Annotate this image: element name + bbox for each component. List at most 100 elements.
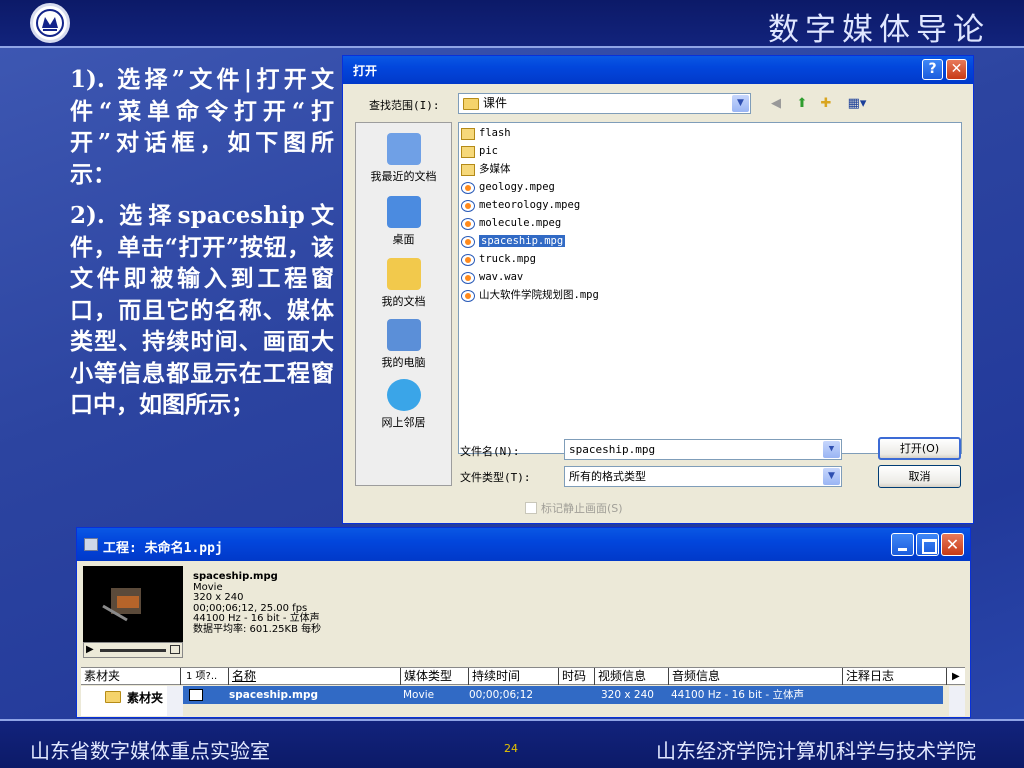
- media-file-icon: [461, 218, 475, 230]
- folder-icon: [463, 98, 479, 110]
- project-title: 工程: 未命名1.ppj: [103, 541, 223, 556]
- list-item[interactable]: molecule.mpeg: [461, 215, 561, 232]
- new-folder-icon[interactable]: ✚: [817, 96, 835, 112]
- list-item[interactable]: pic: [461, 143, 498, 160]
- project-titlebar[interactable]: 工程: 未命名1.ppj ✕: [77, 528, 970, 561]
- network-places-icon: [386, 379, 421, 411]
- view-menu-icon[interactable]: ▦▾: [843, 96, 871, 112]
- place-label: 我的电脑: [381, 356, 426, 369]
- back-icon[interactable]: ◀: [767, 96, 785, 112]
- list-item[interactable]: 多媒体: [461, 161, 511, 178]
- folder-icon: [105, 691, 121, 703]
- list-item[interactable]: geology.mpeg: [461, 179, 555, 196]
- movie-clip-icon: [189, 689, 203, 701]
- help-button[interactable]: ?: [922, 59, 943, 80]
- list-item[interactable]: truck.mpg: [461, 251, 536, 268]
- place-label: 桌面: [392, 233, 415, 246]
- clip-name: spaceship.mpg: [193, 571, 278, 582]
- place-my-computer[interactable]: 我的电脑: [356, 319, 451, 370]
- preview-controls[interactable]: ▶: [83, 642, 183, 658]
- play-icon[interactable]: ▶: [86, 644, 94, 655]
- freeze-frame-checkbox[interactable]: 标记静止画面(S): [525, 500, 623, 516]
- university-logo-icon: [30, 3, 70, 43]
- bin-item-label: 素材夹: [127, 691, 164, 705]
- checkbox-icon[interactable]: [525, 502, 537, 514]
- chevron-down-icon[interactable]: ▼: [823, 441, 840, 458]
- folder-icon: [461, 146, 475, 158]
- media-file-icon: [461, 290, 475, 302]
- look-in-dropdown[interactable]: 课件 ▼: [458, 93, 751, 114]
- media-file-icon: [461, 272, 475, 284]
- media-file-icon: [461, 200, 475, 212]
- media-file-icon: [461, 182, 475, 194]
- column-video-info[interactable]: 视频信息: [595, 668, 669, 685]
- list-item-selected[interactable]: spaceship.mpg: [461, 233, 566, 250]
- stop-icon[interactable]: [170, 645, 180, 654]
- column-timecode[interactable]: 时码: [559, 668, 595, 685]
- open-dialog-title: 打开: [353, 64, 378, 78]
- list-item[interactable]: 山大软件学院规划图.mpg: [461, 287, 599, 304]
- project-window: 工程: 未命名1.ppj ✕ ▶ spaceship.mpg Movie 320…: [76, 527, 971, 718]
- column-audio-info[interactable]: 音频信息: [669, 668, 843, 685]
- place-network[interactable]: 网上邻居: [356, 379, 451, 430]
- step-1-text: 1). 选择”文件|打开文件“菜单命令打开“打开”对话框，如下图所示：: [70, 66, 334, 188]
- minimize-button[interactable]: [891, 533, 914, 556]
- row-duration: 00;00;06;12: [469, 689, 534, 701]
- clip-audio: 44100 Hz - 16 bit - 立体声: [193, 613, 320, 624]
- cancel-button[interactable]: 取消: [878, 465, 961, 488]
- clip-size: 320 x 240: [193, 592, 244, 603]
- item-count: 1 项?..: [183, 668, 229, 685]
- filetype-select[interactable]: 所有的格式类型 ▼: [564, 466, 842, 487]
- scroll-right-icon[interactable]: ▶: [949, 668, 965, 685]
- list-item[interactable]: meteorology.mpeg: [461, 197, 580, 214]
- list-item[interactable]: flash: [461, 125, 511, 142]
- chevron-down-icon[interactable]: ▼: [732, 95, 749, 112]
- up-folder-icon[interactable]: ⬆: [793, 96, 811, 112]
- chevron-down-icon[interactable]: ▼: [823, 468, 840, 485]
- my-computer-icon: [386, 319, 421, 351]
- filetype-label: 文件类型(T):: [460, 471, 531, 484]
- column-duration[interactable]: 持续时间: [469, 668, 559, 685]
- place-label: 我最近的文档: [370, 170, 437, 183]
- page-number: 24: [504, 742, 518, 755]
- open-dialog-titlebar[interactable]: 打开 ? ✕: [343, 56, 973, 84]
- column-media-type[interactable]: 媒体类型: [401, 668, 469, 685]
- filename-input[interactable]: spaceship.mpg ▼: [564, 439, 842, 460]
- clip-datarate: 数据平均率: 601.25KB 每秒: [193, 623, 322, 635]
- close-button[interactable]: ✕: [941, 533, 964, 556]
- bin-column-header[interactable]: 素材夹: [81, 668, 181, 685]
- media-file-icon: [461, 236, 475, 248]
- close-button[interactable]: ✕: [946, 59, 967, 80]
- table-row[interactable]: spaceship.mpg Movie 00;00;06;12 320 x 24…: [183, 686, 943, 704]
- project-icon: [84, 538, 98, 551]
- look-in-value: 课件: [483, 96, 508, 110]
- place-my-documents[interactable]: 我的文档: [356, 258, 451, 309]
- preview-slider[interactable]: [100, 649, 166, 652]
- open-button[interactable]: 打开(O): [878, 437, 961, 460]
- maximize-button[interactable]: [916, 533, 939, 556]
- place-desktop[interactable]: 桌面: [356, 196, 451, 247]
- footer-school-name: 山东经济学院计算机科学与技术学院: [656, 739, 976, 763]
- bin-list[interactable]: 素材夹: [81, 686, 183, 716]
- footer-lab-name: 山东省数字媒体重点实验室: [30, 739, 270, 763]
- my-documents-icon: [386, 258, 421, 290]
- column-notes[interactable]: 注释日志: [843, 668, 947, 685]
- open-dialog: 打开 ? ✕ 查找范围(I): 课件 ▼ ◀ ⬆ ✚ ▦▾ 我最近的文档 桌面 …: [342, 55, 974, 524]
- filetype-value: 所有的格式类型: [569, 470, 646, 483]
- list-item[interactable]: wav.wav: [461, 269, 523, 286]
- column-name[interactable]: 名称: [229, 668, 401, 685]
- checkbox-label: 标记静止画面(S): [541, 502, 623, 515]
- step-2-text: 2). 选择spaceship文件，单击“打开”按钮，该文件即被输入到工程窗口，…: [70, 202, 334, 418]
- media-file-icon: [461, 254, 475, 266]
- folder-icon: [461, 128, 475, 140]
- recent-documents-icon: [386, 133, 421, 165]
- file-list[interactable]: flash pic 多媒体 geology.mpeg meteorology.m…: [458, 122, 962, 454]
- place-recent-documents[interactable]: 我最近的文档: [356, 133, 451, 184]
- row-video-info: 320 x 240: [601, 689, 654, 701]
- places-bar: 我最近的文档 桌面 我的文档 我的电脑 网上邻居: [355, 122, 452, 486]
- project-column-headers: 素材夹 1 项?.. 名称 媒体类型 持续时间 时码 视频信息 音频信息 注释日…: [81, 667, 965, 685]
- project-scrollbar[interactable]: [949, 686, 965, 716]
- slide-header: 数字媒体导论: [0, 0, 1024, 48]
- bin-scrollbar[interactable]: [167, 686, 183, 716]
- filename-label: 文件名(N):: [460, 445, 520, 458]
